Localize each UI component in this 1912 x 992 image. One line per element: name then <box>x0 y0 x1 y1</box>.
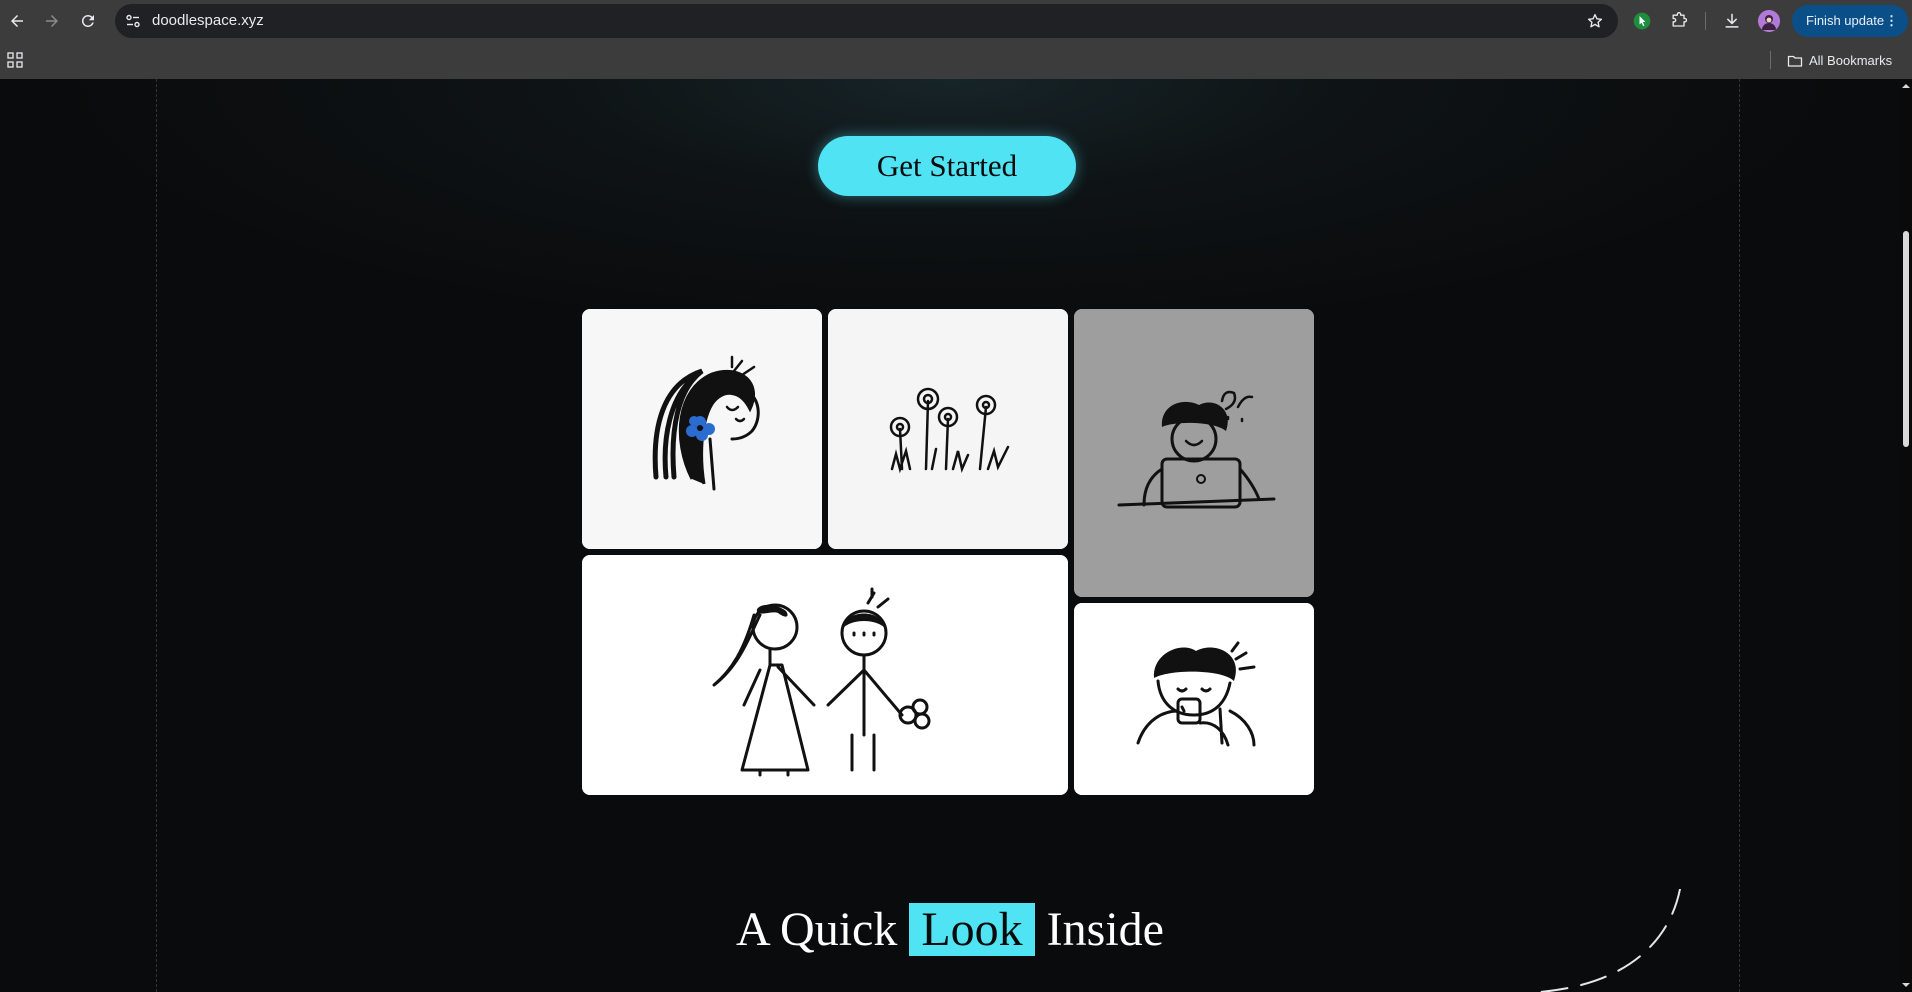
puzzle-icon <box>1672 12 1688 27</box>
boy-at-laptop-doodle <box>1074 309 1314 597</box>
arrow-left-icon <box>11 15 23 27</box>
apps-grid-icon[interactable] <box>7 52 23 68</box>
profile-avatar[interactable] <box>1758 10 1780 32</box>
url-text[interactable]: doodlespace.xyz <box>152 4 264 38</box>
arrow-right-icon <box>46 15 58 27</box>
wildflowers-doodle <box>828 309 1068 549</box>
folder-icon <box>1787 55 1803 67</box>
finish-update-label: Finish update <box>1806 13 1885 28</box>
downloads-button[interactable] <box>1720 9 1744 33</box>
extensions-menu-button[interactable] <box>1667 9 1691 33</box>
all-bookmarks-button[interactable]: All Bookmarks <box>1787 42 1892 79</box>
page-scrollbar[interactable] <box>1900 79 1912 992</box>
bookmark-star-icon[interactable] <box>1586 12 1604 30</box>
cursor-extension-icon <box>1633 12 1651 30</box>
heading-text-before: A Quick <box>736 903 898 956</box>
couple-holding-hands-doodle <box>582 555 1068 795</box>
scroll-up-icon[interactable] <box>1902 82 1910 90</box>
gallery-tile-boy-drinking <box>1074 603 1314 795</box>
scroll-down-icon[interactable] <box>1902 981 1910 989</box>
bookmarks-bar: All Bookmarks <box>0 42 1912 79</box>
site-info-icon[interactable] <box>125 13 141 29</box>
browser-chrome: doodlespace.xyz Finish update ⋮ All Book… <box>0 0 1912 79</box>
forward-button[interactable] <box>40 9 64 33</box>
back-button[interactable] <box>5 9 29 33</box>
finish-update-button[interactable]: Finish update ⋮ <box>1792 5 1908 37</box>
heading-highlight: Look <box>909 903 1035 956</box>
gallery-tile-girl-with-flower <box>582 309 822 549</box>
all-bookmarks-label: All Bookmarks <box>1809 53 1893 68</box>
download-icon <box>1725 13 1739 28</box>
get-started-button[interactable]: Get Started <box>818 136 1076 196</box>
gallery-tile-boy-at-laptop <box>1074 309 1314 597</box>
right-guide-line <box>1739 79 1740 992</box>
page-content: Get Started A Quick Look Inside <box>0 79 1900 992</box>
reload-button[interactable] <box>76 9 100 33</box>
gallery-tile-wildflowers <box>828 309 1068 549</box>
bookmarks-divider <box>1770 51 1771 69</box>
extension-button[interactable] <box>1630 9 1654 33</box>
address-bar[interactable]: doodlespace.xyz <box>115 4 1618 38</box>
gallery-tile-couple-holding-hands <box>582 555 1068 795</box>
profile-avatar-icon <box>1758 10 1780 32</box>
boy-drinking-doodle <box>1074 603 1314 795</box>
browser-toolbar: doodlespace.xyz Finish update ⋮ <box>0 0 1912 42</box>
heading-text-after: Inside <box>1046 903 1164 956</box>
scrollbar-thumb[interactable] <box>1903 231 1909 447</box>
girl-with-flower-doodle <box>582 309 822 549</box>
reload-icon <box>81 14 94 27</box>
more-menu-icon: ⋮ <box>1885 13 1898 28</box>
toolbar-divider <box>1705 12 1706 30</box>
left-guide-line <box>156 79 157 992</box>
dashed-swirl-decoration <box>1539 889 1681 992</box>
